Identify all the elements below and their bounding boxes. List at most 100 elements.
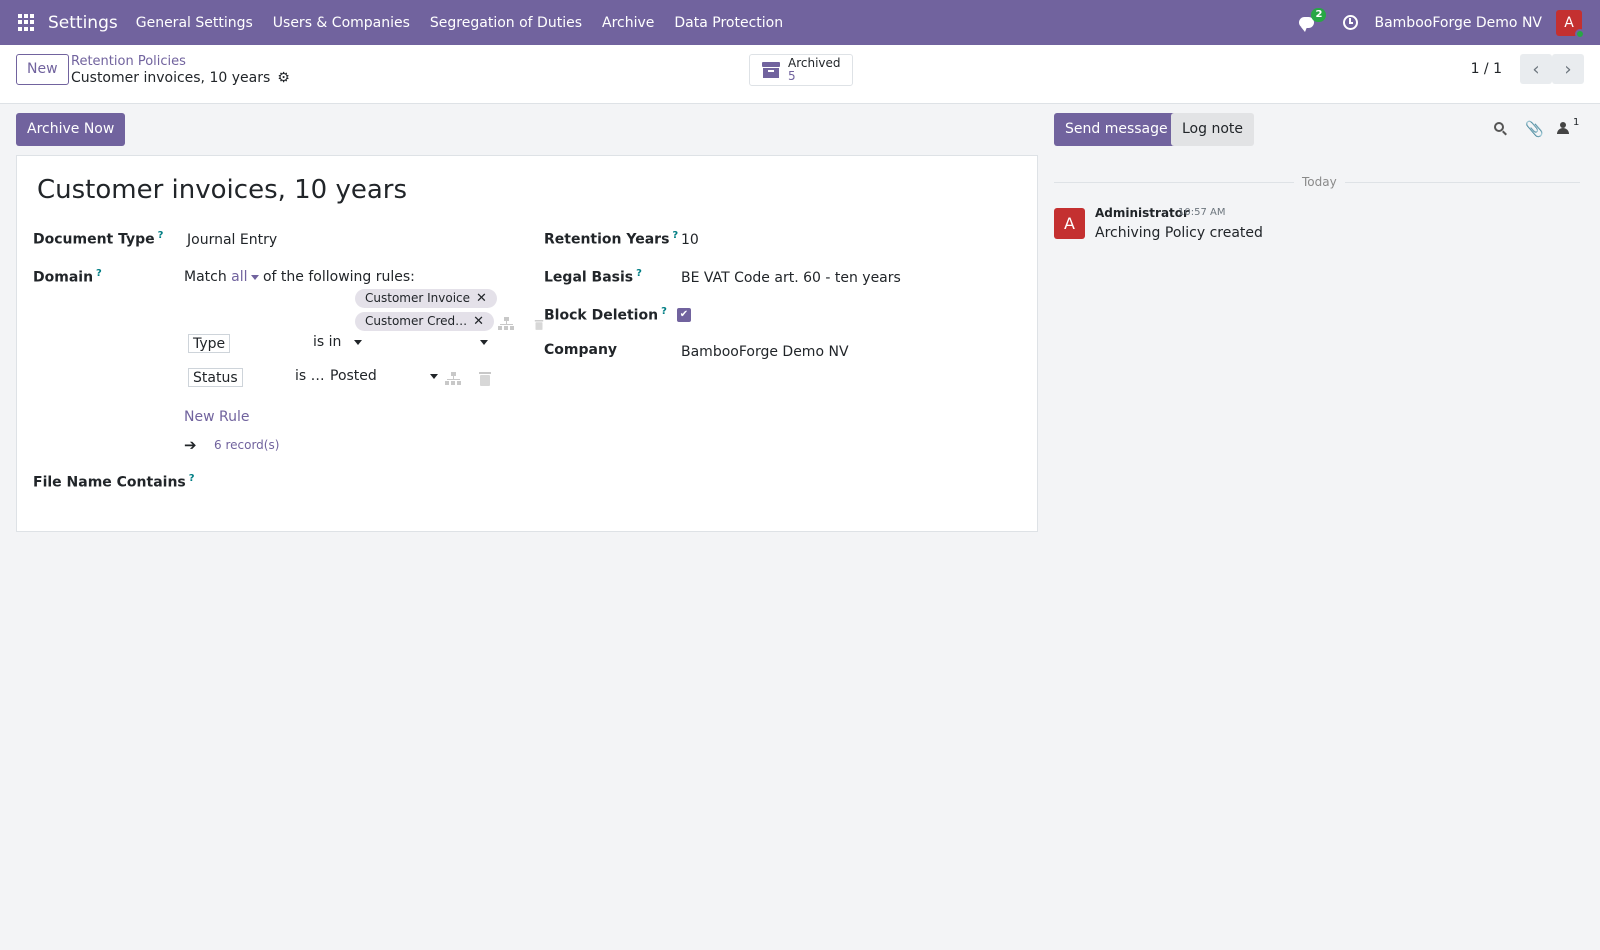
remove-tag-icon[interactable]: ✕ xyxy=(473,312,484,331)
tag-customer-invoice: Customer Invoice ✕ xyxy=(355,289,497,308)
retention-years-label-text: Retention Years xyxy=(544,231,670,248)
add-branch-icon[interactable] xyxy=(498,317,514,331)
messages-icon[interactable]: 2 xyxy=(1299,7,1327,32)
messages-badge: 2 xyxy=(1311,7,1327,22)
user-avatar[interactable]: A xyxy=(1556,9,1585,39)
add-branch-icon[interactable] xyxy=(445,372,461,386)
company-switcher[interactable]: BambooForge Demo NV xyxy=(1374,15,1542,31)
domain-match-mode-select[interactable]: all xyxy=(231,269,259,285)
control-panel: New Retention Policies Customer invoices… xyxy=(0,45,1600,104)
block-deletion-label: Block Deletion? xyxy=(544,306,667,324)
archived-stat-button[interactable]: Archived 5 xyxy=(749,54,853,86)
online-status-icon xyxy=(1575,28,1585,39)
pager-next-button[interactable]: › xyxy=(1552,54,1584,84)
legal-basis-label: Legal Basis? xyxy=(544,268,642,286)
chevron-right-icon: › xyxy=(1564,58,1572,80)
navbar-systray: 2 BambooForge Demo NV A xyxy=(1299,0,1600,45)
tag-label: Customer Invoice xyxy=(365,291,471,305)
date-separator: Today xyxy=(1054,175,1580,189)
app-name[interactable]: Settings xyxy=(48,13,118,33)
message-time: 10:57 AM xyxy=(1178,207,1226,218)
help-icon[interactable]: ? xyxy=(158,230,164,241)
document-type-label: Document Type? xyxy=(33,230,163,248)
policy-name-field[interactable]: Customer invoices, 10 years xyxy=(37,175,407,205)
user-avatar-letter: A xyxy=(1564,14,1574,31)
breadcrumb-current-record: Customer invoices, 10 years ⚙ xyxy=(71,70,290,86)
menu-data-protection[interactable]: Data Protection xyxy=(674,15,783,31)
caret-down-icon xyxy=(250,274,259,280)
retention-years-field[interactable]: 10 xyxy=(681,232,699,248)
rule-operator-select[interactable]: is in xyxy=(313,334,362,350)
block-deletion-label-text: Block Deletion xyxy=(544,307,659,324)
rule-operator-text: is in xyxy=(313,334,342,350)
message-author-avatar[interactable]: A xyxy=(1054,208,1085,239)
menu-archive[interactable]: Archive xyxy=(602,15,654,31)
company-field[interactable]: BambooForge Demo NV xyxy=(681,344,849,360)
archive-now-button[interactable]: Archive Now xyxy=(16,113,126,146)
legal-basis-field[interactable]: BE VAT Code art. 60 - ten years xyxy=(681,270,901,286)
archived-stat-label: Archived xyxy=(788,56,841,70)
date-separator-label: Today xyxy=(1294,175,1345,189)
help-icon[interactable]: ? xyxy=(96,268,102,279)
search-icon[interactable] xyxy=(1494,122,1507,136)
help-icon[interactable]: ? xyxy=(672,230,678,241)
rule-operator-select[interactable]: is … xyxy=(295,368,325,384)
legal-basis-label-text: Legal Basis xyxy=(544,269,634,286)
new-rule-button[interactable]: New Rule xyxy=(184,409,249,425)
tag-label: Customer Cred… xyxy=(365,314,468,328)
delete-rule-icon[interactable] xyxy=(479,372,491,386)
rule-value-select[interactable]: Posted xyxy=(330,368,377,384)
archive-box-icon xyxy=(762,62,780,78)
pager-previous-button[interactable]: ‹ xyxy=(1520,54,1552,84)
help-icon[interactable]: ? xyxy=(661,306,667,317)
rule-field-type[interactable]: Type xyxy=(188,334,231,353)
pager-value[interactable]: 1 / 1 xyxy=(1471,61,1502,77)
document-type-field[interactable]: Journal Entry xyxy=(187,232,277,248)
menu-segregation-of-duties[interactable]: Segregation of Duties xyxy=(430,15,582,31)
message-body: Archiving Policy created xyxy=(1095,225,1263,241)
rule-value-dropdown[interactable] xyxy=(477,334,488,350)
block-deletion-checkbox[interactable]: ✔ xyxy=(677,308,691,322)
domain-match-suffix: of the following rules: xyxy=(262,269,415,285)
followers-count: 1 xyxy=(1573,117,1580,128)
document-type-label-text: Document Type xyxy=(33,231,155,248)
gear-icon[interactable]: ⚙ xyxy=(277,70,290,86)
records-count-link[interactable]: 6 record(s) xyxy=(214,438,279,452)
rule-field-status[interactable]: Status xyxy=(188,368,243,387)
tag-customer-credit-note: Customer Cred… ✕ xyxy=(355,312,495,331)
activities-clock-icon[interactable] xyxy=(1343,15,1359,30)
file-name-contains-label-text: File Name Contains xyxy=(33,474,186,491)
domain-label-text: Domain xyxy=(33,269,94,286)
caret-down-icon xyxy=(480,339,488,345)
form-sheet: Customer invoices, 10 years Document Typ… xyxy=(16,155,1038,532)
caret-down-icon xyxy=(430,373,438,379)
remove-tag-icon[interactable]: ✕ xyxy=(476,289,487,308)
file-name-contains-label: File Name Contains? xyxy=(33,473,195,491)
delete-rule-icon[interactable] xyxy=(534,320,544,330)
caret-down-icon xyxy=(353,339,362,345)
checkmark-icon: ✔ xyxy=(679,309,689,320)
top-navbar: Settings General Settings Users & Compan… xyxy=(0,0,1600,45)
archived-stat-value: 5 xyxy=(788,69,796,83)
log-note-button[interactable]: Log note xyxy=(1171,113,1254,146)
menu-general-settings[interactable]: General Settings xyxy=(136,15,253,31)
company-label: Company xyxy=(544,342,618,358)
record-title-text: Customer invoices, 10 years xyxy=(71,70,271,86)
menu-users-companies[interactable]: Users & Companies xyxy=(273,15,410,31)
send-message-button[interactable]: Send message xyxy=(1054,113,1179,146)
arrow-right-icon: ➔ xyxy=(184,436,197,454)
apps-menu-icon[interactable] xyxy=(18,13,36,32)
breadcrumb-retention-policies[interactable]: Retention Policies xyxy=(71,54,186,69)
domain-label: Domain? xyxy=(33,268,102,286)
retention-years-label: Retention Years? xyxy=(544,230,678,248)
domain-match-prefix: Match xyxy=(184,269,227,285)
help-icon[interactable]: ? xyxy=(189,473,195,484)
paperclip-icon[interactable]: 📎 xyxy=(1525,120,1544,138)
chevron-left-icon: ‹ xyxy=(1532,58,1540,80)
domain-match-line: Match all of the following rules: xyxy=(184,269,415,285)
domain-match-mode: all xyxy=(231,269,248,285)
message-author[interactable]: Administrator xyxy=(1095,206,1189,220)
rule-value-dropdown[interactable] xyxy=(427,368,438,384)
help-icon[interactable]: ? xyxy=(636,268,642,279)
new-button[interactable]: New xyxy=(16,54,69,85)
